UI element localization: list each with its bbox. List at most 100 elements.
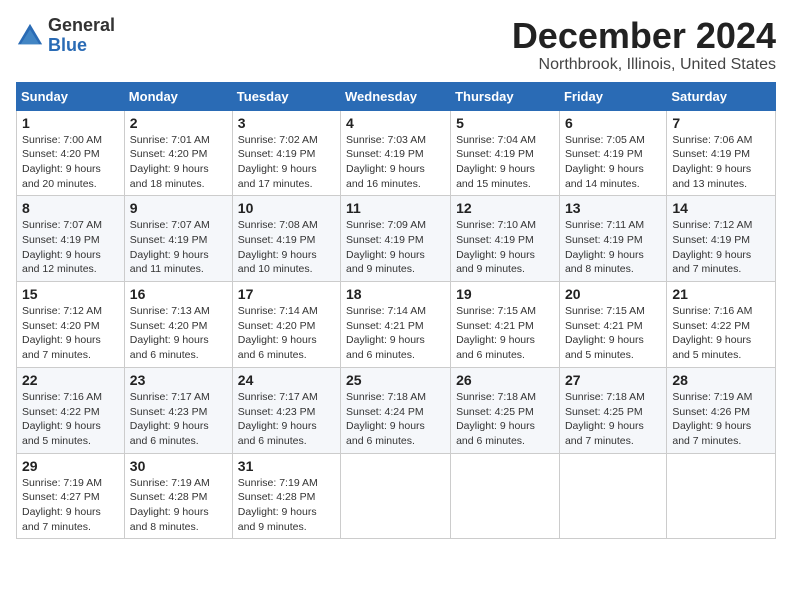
calendar-week-3: 15Sunrise: 7:12 AMSunset: 4:20 PMDayligh… [17, 282, 776, 368]
calendar-day-2: 2 Sunrise: 7:01 AMSunset: 4:20 PMDaylight… [124, 110, 232, 196]
day-info: Sunrise: 7:07 AMSunset: 4:19 PMDaylight:… [130, 218, 227, 277]
day-info: Sunrise: 7:11 AMSunset: 4:19 PMDaylight:… [565, 218, 661, 277]
day-info: Sunrise: 7:19 AMSunset: 4:26 PMDaylight:… [672, 390, 770, 449]
day-number: 7 [672, 115, 770, 131]
calendar-week-5: 29 Sunrise: 7:19 AMSunset: 4:27 PMDayligh… [17, 453, 776, 539]
calendar-week-1: 1 Sunrise: 7:00 AMSunset: 4:20 PMDaylight… [17, 110, 776, 196]
day-number: 29 [22, 458, 119, 474]
logo-general-text: General [48, 16, 115, 36]
empty-cell [667, 453, 776, 539]
day-info: Sunrise: 7:02 AMSunset: 4:19 PMDaylight:… [238, 133, 335, 192]
day-info: Sunrise: 7:17 AMSunset: 4:23 PMDaylight:… [238, 390, 335, 449]
day-info: Sunrise: 7:08 AMSunset: 4:19 PMDaylight:… [238, 218, 335, 277]
column-header-thursday: Thursday [451, 82, 560, 110]
logo: General Blue [16, 16, 115, 56]
day-info: Sunrise: 7:15 AMSunset: 4:21 PMDaylight:… [456, 304, 554, 363]
empty-cell [559, 453, 666, 539]
calendar-day-22: 22Sunrise: 7:16 AMSunset: 4:22 PMDayligh… [17, 367, 125, 453]
column-header-sunday: Sunday [17, 82, 125, 110]
calendar-day-23: 23 Sunrise: 7:17 AMSunset: 4:23 PMDayligh… [124, 367, 232, 453]
day-number: 9 [130, 200, 227, 216]
day-number: 2 [130, 115, 227, 131]
calendar-day-18: 18 Sunrise: 7:14 AMSunset: 4:21 PMDayligh… [341, 282, 451, 368]
column-header-wednesday: Wednesday [341, 82, 451, 110]
calendar-day-10: 10 Sunrise: 7:08 AMSunset: 4:19 PMDayligh… [232, 196, 340, 282]
day-info: Sunrise: 7:04 AMSunset: 4:19 PMDaylight:… [456, 133, 554, 192]
calendar-day-29: 29 Sunrise: 7:19 AMSunset: 4:27 PMDayligh… [17, 453, 125, 539]
calendar-day-17: 17 Sunrise: 7:14 AMSunset: 4:20 PMDayligh… [232, 282, 340, 368]
day-info: Sunrise: 7:12 AMSunset: 4:20 PMDaylight:… [22, 304, 119, 363]
calendar-day-28: 28 Sunrise: 7:19 AMSunset: 4:26 PMDayligh… [667, 367, 776, 453]
calendar-day-24: 24 Sunrise: 7:17 AMSunset: 4:23 PMDayligh… [232, 367, 340, 453]
calendar-header-row: SundayMondayTuesdayWednesdayThursdayFrid… [17, 82, 776, 110]
day-number: 14 [672, 200, 770, 216]
calendar-day-14: 14 Sunrise: 7:12 AMSunset: 4:19 PMDayligh… [667, 196, 776, 282]
calendar-table: SundayMondayTuesdayWednesdayThursdayFrid… [16, 82, 776, 540]
calendar-day-1: 1 Sunrise: 7:00 AMSunset: 4:20 PMDaylight… [17, 110, 125, 196]
day-info: Sunrise: 7:14 AMSunset: 4:20 PMDaylight:… [238, 304, 335, 363]
calendar-day-19: 19 Sunrise: 7:15 AMSunset: 4:21 PMDayligh… [451, 282, 560, 368]
day-number: 4 [346, 115, 445, 131]
day-number: 24 [238, 372, 335, 388]
day-info: Sunrise: 7:10 AMSunset: 4:19 PMDaylight:… [456, 218, 554, 277]
calendar-day-11: 11Sunrise: 7:09 AMSunset: 4:19 PMDayligh… [341, 196, 451, 282]
calendar-day-5: 5 Sunrise: 7:04 AMSunset: 4:19 PMDaylight… [451, 110, 560, 196]
calendar-day-20: 20Sunrise: 7:15 AMSunset: 4:21 PMDayligh… [559, 282, 666, 368]
empty-cell [451, 453, 560, 539]
calendar-day-3: 3 Sunrise: 7:02 AMSunset: 4:19 PMDaylight… [232, 110, 340, 196]
day-info: Sunrise: 7:18 AMSunset: 4:25 PMDaylight:… [456, 390, 554, 449]
day-info: Sunrise: 7:17 AMSunset: 4:23 PMDaylight:… [130, 390, 227, 449]
day-number: 28 [672, 372, 770, 388]
day-number: 19 [456, 286, 554, 302]
day-info: Sunrise: 7:01 AMSunset: 4:20 PMDaylight:… [130, 133, 227, 192]
logo-icon [16, 22, 44, 50]
day-info: Sunrise: 7:19 AMSunset: 4:27 PMDaylight:… [22, 476, 119, 535]
day-number: 25 [346, 372, 445, 388]
column-header-friday: Friday [559, 82, 666, 110]
empty-cell [341, 453, 451, 539]
column-header-tuesday: Tuesday [232, 82, 340, 110]
calendar-day-31: 31Sunrise: 7:19 AMSunset: 4:28 PMDayligh… [232, 453, 340, 539]
calendar-day-27: 27Sunrise: 7:18 AMSunset: 4:25 PMDayligh… [559, 367, 666, 453]
calendar-day-12: 12 Sunrise: 7:10 AMSunset: 4:19 PMDayligh… [451, 196, 560, 282]
day-number: 16 [130, 286, 227, 302]
day-number: 8 [22, 200, 119, 216]
calendar-week-2: 8 Sunrise: 7:07 AMSunset: 4:19 PMDaylight… [17, 196, 776, 282]
day-number: 21 [672, 286, 770, 302]
calendar-day-7: 7Sunrise: 7:06 AMSunset: 4:19 PMDaylight… [667, 110, 776, 196]
day-number: 3 [238, 115, 335, 131]
day-number: 12 [456, 200, 554, 216]
calendar-day-26: 26Sunrise: 7:18 AMSunset: 4:25 PMDayligh… [451, 367, 560, 453]
day-number: 18 [346, 286, 445, 302]
calendar-day-30: 30 Sunrise: 7:19 AMSunset: 4:28 PMDayligh… [124, 453, 232, 539]
day-info: Sunrise: 7:13 AMSunset: 4:20 PMDaylight:… [130, 304, 227, 363]
page-header: General Blue December 2024 Northbrook, I… [16, 16, 776, 74]
day-number: 13 [565, 200, 661, 216]
calendar-subtitle: Northbrook, Illinois, United States [512, 56, 776, 74]
day-info: Sunrise: 7:14 AMSunset: 4:21 PMDaylight:… [346, 304, 445, 363]
calendar-day-6: 6Sunrise: 7:05 AMSunset: 4:19 PMDaylight… [559, 110, 666, 196]
calendar-body: 1 Sunrise: 7:00 AMSunset: 4:20 PMDaylight… [17, 110, 776, 539]
day-number: 23 [130, 372, 227, 388]
day-info: Sunrise: 7:00 AMSunset: 4:20 PMDaylight:… [22, 133, 119, 192]
day-number: 17 [238, 286, 335, 302]
column-header-monday: Monday [124, 82, 232, 110]
calendar-day-25: 25 Sunrise: 7:18 AMSunset: 4:24 PMDayligh… [341, 367, 451, 453]
logo-blue-text: Blue [48, 36, 115, 56]
day-number: 22 [22, 372, 119, 388]
calendar-day-8: 8Sunrise: 7:07 AMSunset: 4:19 PMDaylight… [17, 196, 125, 282]
column-header-saturday: Saturday [667, 82, 776, 110]
calendar-day-13: 13 Sunrise: 7:11 AMSunset: 4:19 PMDayligh… [559, 196, 666, 282]
day-number: 20 [565, 286, 661, 302]
calendar-day-15: 15Sunrise: 7:12 AMSunset: 4:20 PMDayligh… [17, 282, 125, 368]
day-number: 10 [238, 200, 335, 216]
day-info: Sunrise: 7:18 AMSunset: 4:24 PMDaylight:… [346, 390, 445, 449]
calendar-day-21: 21Sunrise: 7:16 AMSunset: 4:22 PMDayligh… [667, 282, 776, 368]
day-number: 1 [22, 115, 119, 131]
day-number: 30 [130, 458, 227, 474]
calendar-day-16: 16 Sunrise: 7:13 AMSunset: 4:20 PMDayligh… [124, 282, 232, 368]
day-info: Sunrise: 7:12 AMSunset: 4:19 PMDaylight:… [672, 218, 770, 277]
day-number: 5 [456, 115, 554, 131]
day-info: Sunrise: 7:19 AMSunset: 4:28 PMDaylight:… [238, 476, 335, 535]
day-info: Sunrise: 7:19 AMSunset: 4:28 PMDaylight:… [130, 476, 227, 535]
